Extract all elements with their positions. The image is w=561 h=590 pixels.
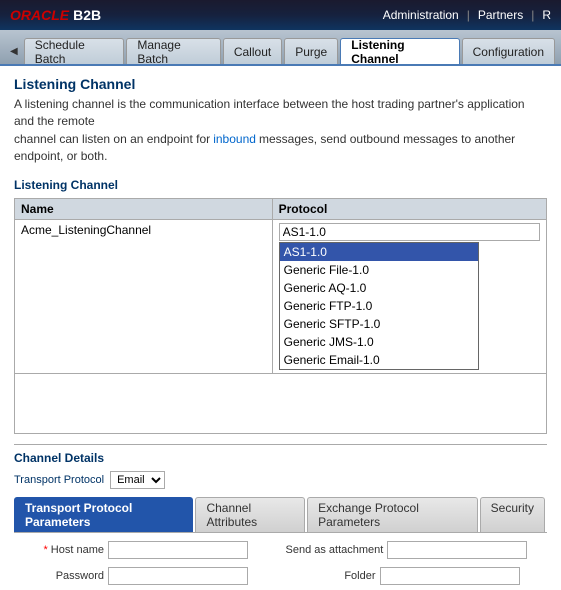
dropdown-item-sftp[interactable]: Generic SFTP-1.0 bbox=[280, 315, 478, 333]
table-row: Acme_ListeningChannel AS1-1.0 Generic Fi… bbox=[15, 219, 547, 373]
protocol-dropdown[interactable]: AS1-1.0 Generic File-1.0 Generic AQ-1.0 … bbox=[279, 242, 479, 370]
dropdown-item-email[interactable]: Generic Email-1.0 bbox=[280, 351, 478, 369]
sub-tab-transport-params[interactable]: Transport Protocol Parameters bbox=[14, 497, 193, 532]
logo: ORACLE B2B bbox=[10, 7, 101, 23]
partners-link[interactable]: Partners bbox=[478, 8, 523, 22]
reports-link[interactable]: R bbox=[542, 8, 551, 22]
channel-protocol-cell: AS1-1.0 Generic File-1.0 Generic AQ-1.0 … bbox=[272, 219, 546, 373]
form-fields: Host name Password ConfirmPassword User … bbox=[14, 541, 547, 590]
tab-configuration[interactable]: Configuration bbox=[462, 38, 555, 64]
channel-details-title: Channel Details bbox=[14, 444, 547, 465]
page-description: A listening channel is the communication… bbox=[14, 96, 547, 166]
oracle-logo-text: ORACLE bbox=[10, 7, 69, 23]
col-header-name: Name bbox=[15, 198, 273, 219]
transport-label: Transport Protocol bbox=[14, 474, 104, 486]
sub-tab-channel-attrs[interactable]: Channel Attributes bbox=[195, 497, 305, 532]
sub-tab-bar: Transport Protocol Parameters Channel At… bbox=[14, 497, 547, 533]
nav-separator-1: | bbox=[467, 8, 470, 22]
host-name-row: Host name bbox=[14, 541, 276, 559]
tab-listening-channel[interactable]: Listening Channel bbox=[340, 38, 459, 64]
host-name-label: Host name bbox=[14, 544, 104, 556]
tab-purge[interactable]: Purge bbox=[284, 38, 338, 64]
tab-callout[interactable]: Callout bbox=[223, 38, 282, 64]
main-tab-bar: ◀ Schedule Batch Manage Batch Callout Pu… bbox=[0, 30, 561, 66]
app-header: ORACLE B2B Administration | Partners | R bbox=[0, 0, 561, 30]
empty-row bbox=[15, 373, 547, 433]
right-form-col: Send as attachment Folder Email id Subje… bbox=[286, 541, 548, 590]
tab-nav-prev[interactable]: ◀ bbox=[4, 38, 24, 64]
col-header-protocol: Protocol bbox=[272, 198, 546, 219]
password-input[interactable] bbox=[108, 567, 248, 585]
tab-schedule-batch[interactable]: Schedule Batch bbox=[24, 38, 125, 64]
channel-name-cell: Acme_ListeningChannel bbox=[15, 219, 273, 373]
dropdown-item-jms[interactable]: Generic JMS-1.0 bbox=[280, 333, 478, 351]
b2b-logo-text: B2B bbox=[73, 7, 101, 23]
transport-select[interactable]: Email HTTP FTP SFTP JMS AQ File bbox=[110, 471, 165, 489]
send-attachment-row: Send as attachment bbox=[286, 541, 548, 559]
transport-protocol-row: Transport Protocol Email HTTP FTP SFTP J… bbox=[14, 471, 547, 489]
send-attachment-input[interactable] bbox=[387, 541, 527, 559]
host-name-input[interactable] bbox=[108, 541, 248, 559]
sub-tab-security[interactable]: Security bbox=[480, 497, 545, 532]
channel-section-title: Listening Channel bbox=[14, 178, 547, 192]
password-row: Password bbox=[14, 567, 276, 585]
sub-tab-exchange-params[interactable]: Exchange Protocol Parameters bbox=[307, 497, 478, 532]
folder-input[interactable] bbox=[380, 567, 520, 585]
admin-link[interactable]: Administration bbox=[383, 8, 459, 22]
page-title: Listening Channel bbox=[14, 76, 547, 92]
nav-separator-2: | bbox=[531, 8, 534, 22]
folder-row: Folder bbox=[286, 567, 548, 585]
folder-label: Folder bbox=[286, 570, 376, 582]
send-attachment-label: Send as attachment bbox=[286, 544, 384, 556]
header-navigation: Administration | Partners | R bbox=[383, 8, 551, 22]
dropdown-item-file[interactable]: Generic File-1.0 bbox=[280, 261, 478, 279]
channel-table: Name Protocol Acme_ListeningChannel AS1-… bbox=[14, 198, 547, 434]
left-form-col: Host name Password ConfirmPassword User … bbox=[14, 541, 276, 590]
inbound-link[interactable]: inbound bbox=[213, 132, 256, 146]
dropdown-item-ftp[interactable]: Generic FTP-1.0 bbox=[280, 297, 478, 315]
main-content: Listening Channel A listening channel is… bbox=[0, 66, 561, 590]
dropdown-item-aq[interactable]: Generic AQ-1.0 bbox=[280, 279, 478, 297]
password-label: Password bbox=[14, 570, 104, 582]
tab-manage-batch[interactable]: Manage Batch bbox=[126, 38, 220, 64]
protocol-input[interactable] bbox=[279, 223, 540, 241]
dropdown-item-as1[interactable]: AS1-1.0 bbox=[280, 243, 478, 261]
